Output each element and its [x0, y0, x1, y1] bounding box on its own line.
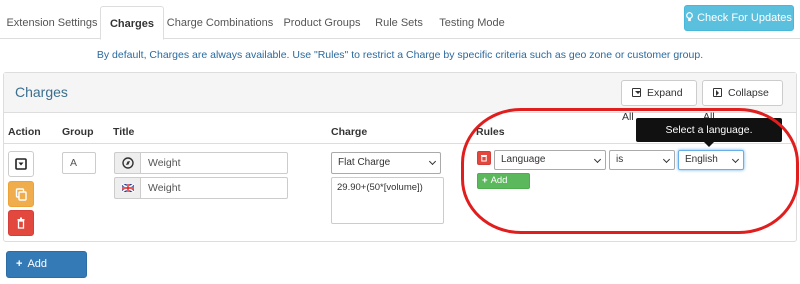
add-charge-label: Add Charge: [7, 258, 48, 284]
tab-bar: Extension Settings Charges Charge Combin…: [0, 0, 800, 40]
check-updates-button[interactable]: Check For Updates: [684, 5, 794, 31]
collapse-all-button[interactable]: Collapse All: [702, 80, 783, 123]
chevron-down-icon: [428, 157, 437, 166]
title-default-input[interactable]: Weight: [140, 152, 288, 174]
english-language-addon: [114, 177, 140, 199]
add-charge-button[interactable]: +Add Charge: [6, 251, 87, 284]
collapse-row-button[interactable]: [8, 151, 34, 177]
panel-title: Charges: [15, 84, 68, 100]
default-language-addon: [114, 152, 140, 174]
globe-icon: [122, 157, 134, 169]
column-charge: Charge: [331, 126, 368, 138]
column-action: Action: [8, 126, 41, 138]
charge-type-select[interactable]: Flat Charge: [331, 152, 441, 174]
title-english-input[interactable]: Weight: [140, 177, 288, 199]
tab-rule-sets[interactable]: Rule Sets: [370, 6, 428, 40]
column-title: Title: [113, 126, 135, 138]
panel-header: Charges Expand All Collapse All: [4, 73, 796, 123]
tab-extension-settings[interactable]: Extension Settings: [6, 6, 98, 40]
tab-testing-mode[interactable]: Testing Mode: [432, 6, 512, 40]
check-updates-label: Check For Updates: [697, 12, 792, 24]
caret-square-icon: [15, 158, 27, 170]
tab-charge-combinations[interactable]: Charge Combinations: [166, 6, 274, 40]
charge-formula-textarea[interactable]: 29.90+(50*[volume]): [331, 177, 444, 224]
tab-charges[interactable]: Charges: [100, 6, 164, 40]
expand-all-button[interactable]: Expand All: [621, 80, 697, 123]
delete-charge-button[interactable]: [8, 210, 34, 236]
uk-flag-icon: [121, 183, 135, 193]
copy-charge-button[interactable]: [8, 181, 34, 207]
tab-product-groups[interactable]: Product Groups: [278, 6, 366, 40]
copy-icon: [15, 188, 27, 201]
group-input[interactable]: A: [62, 152, 96, 174]
collapse-icon: [713, 88, 722, 97]
column-group: Group: [62, 126, 94, 138]
expand-icon: [632, 88, 641, 97]
annotation-highlight-ellipse: [461, 108, 799, 234]
trash-icon: [17, 217, 25, 229]
info-text: By default, Charges are always available…: [96, 49, 704, 61]
charge-type-value: Flat Charge: [338, 157, 391, 168]
lightbulb-icon: [686, 6, 694, 30]
plus-icon: +: [16, 258, 23, 270]
